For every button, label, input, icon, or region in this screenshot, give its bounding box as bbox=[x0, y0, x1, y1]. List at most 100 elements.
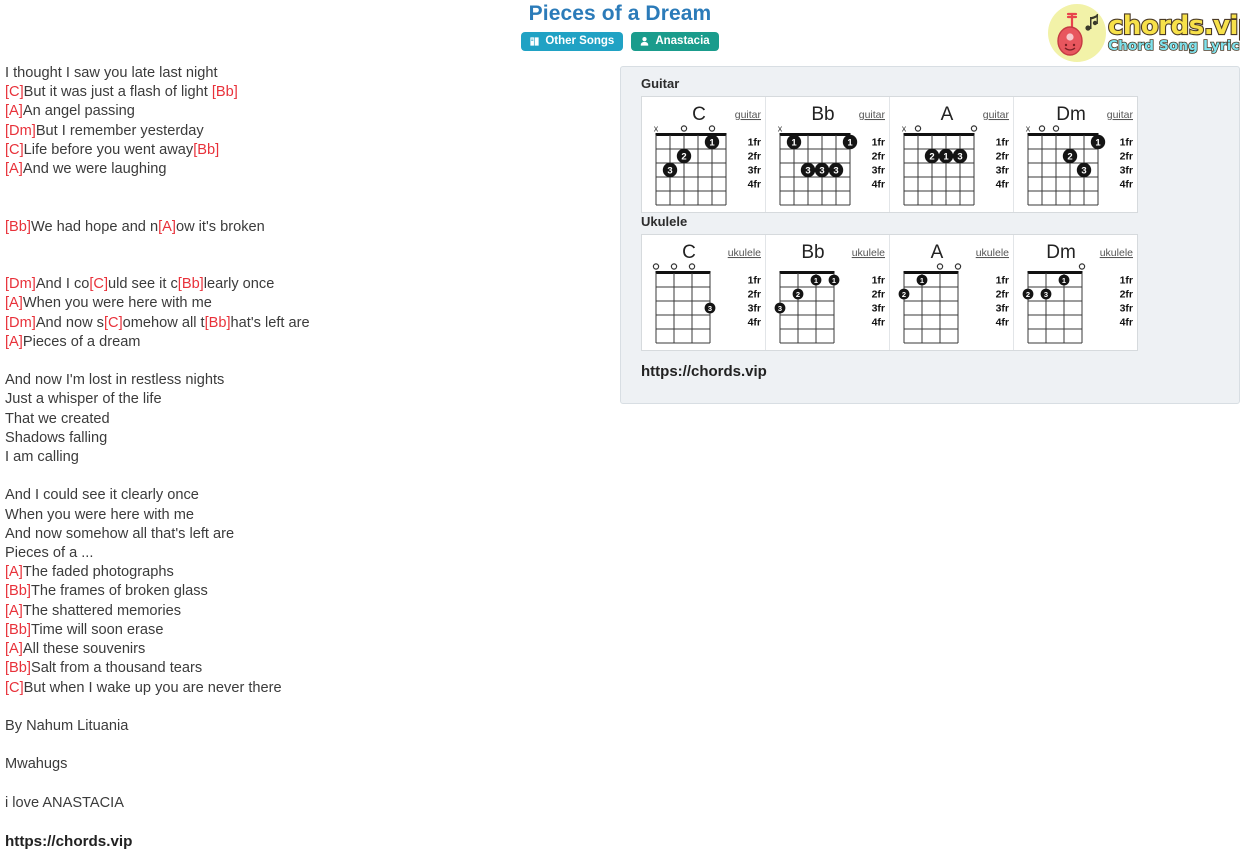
lyric-line: [A]The faded photographs bbox=[5, 563, 605, 582]
lyric-text: Pieces of a dream bbox=[22, 333, 141, 350]
chord-tag: [C] bbox=[5, 679, 24, 696]
svg-text:3fr: 3fr bbox=[872, 165, 885, 177]
chord-tag: [Bb] bbox=[211, 84, 238, 101]
svg-text:2fr: 2fr bbox=[996, 151, 1009, 163]
lyric-text: And now s bbox=[35, 314, 104, 331]
lyric-text: hat's left are bbox=[230, 314, 310, 331]
chord-diagram-ukulele-Bb[interactable]: Bb ukulele 1fr 2fr 3fr 4fr 1 1 2 3 bbox=[766, 235, 890, 350]
lyric-line: [A]The shattered memories bbox=[5, 602, 605, 621]
lyric-line: When you were here with me bbox=[5, 506, 605, 525]
svg-text:2: 2 bbox=[1026, 290, 1030, 299]
lyric-text: Life before you went away bbox=[23, 141, 194, 158]
lyric-text: When you were here with me bbox=[22, 295, 212, 312]
lyric-text: And I co bbox=[35, 276, 90, 293]
svg-text:2: 2 bbox=[1067, 152, 1072, 163]
lyric-url[interactable]: https://chords.vip bbox=[5, 833, 132, 850]
chord-tag: [A] bbox=[5, 161, 23, 178]
chord-tag: [Bb] bbox=[5, 583, 31, 600]
chord-diagram-guitar-Bb[interactable]: Bb guitar x 1fr 2fr 3fr 4fr 1 1 3 3 3 bbox=[766, 97, 890, 212]
svg-text:3fr: 3fr bbox=[996, 165, 1009, 177]
lyric-line: i love ANASTACIA bbox=[5, 794, 605, 813]
svg-text:3fr: 3fr bbox=[1120, 303, 1133, 315]
chord-tag: [A] bbox=[158, 218, 176, 235]
svg-text:ukulele: ukulele bbox=[1100, 247, 1133, 259]
lyric-line bbox=[5, 256, 605, 275]
section-label-ukulele: Ukulele bbox=[641, 214, 688, 229]
svg-text:1fr: 1fr bbox=[996, 275, 1009, 287]
svg-text:4fr: 4fr bbox=[748, 317, 761, 329]
lyric-text: Salt from a thousand tears bbox=[30, 660, 203, 677]
chord-panel: Guitar Cguitar x 1fr 2fr 3fr 4fr 1 2 3 Bb guitar x 1f… bbox=[620, 66, 1240, 404]
lyric-line: [Bb]Time will soon erase bbox=[5, 621, 605, 640]
svg-text:2fr: 2fr bbox=[996, 289, 1009, 301]
badge-label: Other Songs bbox=[545, 35, 615, 47]
lyric-line: [Bb]The frames of broken glass bbox=[5, 582, 605, 601]
lyric-text: But it was just a flash of light bbox=[23, 84, 212, 101]
chord-tag: [Bb] bbox=[177, 276, 204, 293]
svg-text:3fr: 3fr bbox=[748, 165, 761, 177]
lyric-line: [Dm]And now s[C]omehow all t[Bb]hat's le… bbox=[5, 314, 605, 333]
svg-text:3: 3 bbox=[805, 166, 810, 177]
lyric-text: I am calling bbox=[5, 449, 79, 466]
lyric-line: [C]Life before you went away[Bb] bbox=[5, 141, 605, 160]
svg-text:1fr: 1fr bbox=[872, 137, 885, 149]
svg-text:x: x bbox=[902, 124, 907, 134]
logo-text: chords.vip Chord Song Lyric bbox=[1107, 10, 1240, 54]
svg-text:3: 3 bbox=[1044, 290, 1048, 299]
svg-text:4fr: 4fr bbox=[996, 179, 1009, 191]
chord-diagram-ukulele-A[interactable]: Aukulele 1fr 2fr 3fr 4fr 1 2 bbox=[890, 235, 1014, 350]
svg-text:2fr: 2fr bbox=[872, 289, 885, 301]
chord-diagram-ukulele-Dm[interactable]: Dm ukulele 1fr 2fr 3fr 4fr 1 2 3 bbox=[1014, 235, 1138, 350]
chord-diagram-guitar-Dm[interactable]: Dm guitar x 1fr 2fr 3fr 4fr 1 2 3 bbox=[1014, 97, 1138, 212]
lyric-line: By Nahum Lituania bbox=[5, 717, 605, 736]
svg-text:1: 1 bbox=[943, 152, 949, 163]
lyric-line: Shadows falling bbox=[5, 429, 605, 448]
lyric-text: omehow all t bbox=[122, 314, 205, 331]
chord-tag: [C] bbox=[103, 314, 123, 331]
svg-text:x: x bbox=[654, 124, 659, 134]
book-icon bbox=[529, 36, 540, 47]
svg-text:2: 2 bbox=[929, 152, 934, 163]
svg-text:1: 1 bbox=[847, 138, 853, 149]
lyric-text: And now somehow all that's left are bbox=[5, 525, 235, 542]
lyric-line: [A]All these souvenirs bbox=[5, 640, 605, 659]
lyric-line: I am calling bbox=[5, 448, 605, 467]
svg-text:3fr: 3fr bbox=[996, 303, 1009, 315]
chord-tag: [A] bbox=[5, 641, 23, 658]
lyric-text: But when I wake up you are never there bbox=[23, 679, 282, 696]
svg-text:2: 2 bbox=[681, 152, 686, 163]
svg-text:2fr: 2fr bbox=[1120, 289, 1133, 301]
chord-tag: [C] bbox=[5, 84, 24, 101]
chord-diagram-guitar-A[interactable]: Aguitar x 1fr 2fr 3fr 4fr 2 1 3 bbox=[890, 97, 1014, 212]
lyric-line bbox=[5, 736, 605, 755]
svg-text:guitar: guitar bbox=[859, 109, 886, 121]
chord-diagram-guitar-C[interactable]: Cguitar x 1fr 2fr 3fr 4fr 1 2 3 bbox=[642, 97, 766, 212]
panel-url[interactable]: https://chords.vip bbox=[641, 363, 1229, 380]
lyric-line: [A]When you were here with me bbox=[5, 294, 605, 313]
svg-text:1: 1 bbox=[920, 276, 924, 285]
lyric-line bbox=[5, 352, 605, 371]
lyric-line: [A]An angel passing bbox=[5, 102, 605, 121]
lyric-line bbox=[5, 698, 605, 717]
lyric-text: The faded photographs bbox=[22, 564, 174, 581]
chord-tag: [C] bbox=[5, 141, 24, 158]
lyric-text: By Nahum Lituania bbox=[5, 717, 129, 734]
svg-text:C: C bbox=[692, 104, 706, 125]
svg-text:Dm: Dm bbox=[1056, 104, 1086, 125]
lyric-text: When you were here with me bbox=[5, 506, 194, 523]
svg-text:C: C bbox=[682, 242, 696, 263]
svg-text:ukulele: ukulele bbox=[976, 247, 1009, 259]
svg-text:4fr: 4fr bbox=[748, 179, 761, 191]
svg-text:3fr: 3fr bbox=[872, 303, 885, 315]
badge-artist[interactable]: Anastacia bbox=[631, 32, 719, 51]
logo-title: chords.vip bbox=[1107, 10, 1240, 41]
lyric-text: An angel passing bbox=[22, 103, 135, 120]
chord-diagram-ukulele-C[interactable]: Cukulele 1fr 2fr 3fr 4fr 3 bbox=[642, 235, 766, 350]
lyric-text: Shadows falling bbox=[5, 429, 108, 446]
svg-text:3: 3 bbox=[1081, 166, 1086, 177]
badge-other-songs[interactable]: Other Songs bbox=[521, 32, 624, 51]
svg-text:1fr: 1fr bbox=[748, 275, 761, 287]
site-logo[interactable]: chords.vip Chord Song Lyric bbox=[1048, 2, 1240, 64]
svg-text:1fr: 1fr bbox=[1120, 137, 1133, 149]
logo-tagline: Chord Song Lyric bbox=[1107, 37, 1240, 54]
